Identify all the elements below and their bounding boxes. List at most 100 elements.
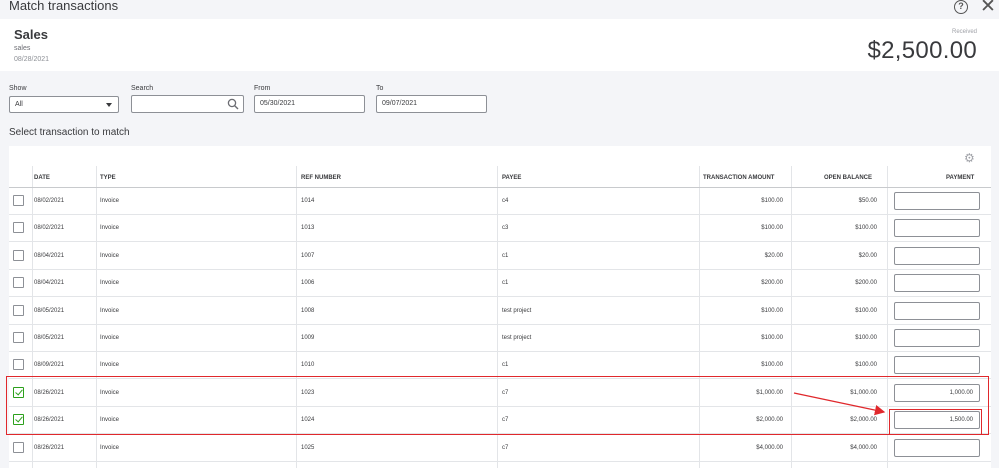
received-label: Received xyxy=(951,29,977,35)
cell-ref: 1014 xyxy=(301,198,315,204)
show-select[interactable]: All xyxy=(9,96,119,113)
cell-payee: c4 xyxy=(502,198,509,204)
cell-payee: c3 xyxy=(502,225,509,232)
transaction-title: Sales xyxy=(14,27,48,42)
cell-type: Invoice xyxy=(100,335,120,341)
cell-payee: test project xyxy=(502,307,532,314)
cell-type: Invoice xyxy=(100,198,120,204)
from-date-input[interactable]: 05/30/2021 xyxy=(254,95,365,113)
to-date-value: 09/07/2021 xyxy=(382,100,418,107)
column-header-ref[interactable]: REF NUMBER xyxy=(301,175,341,181)
cell-balance: $200.00 xyxy=(855,280,877,287)
search-input[interactable] xyxy=(131,95,244,113)
cell-date: 08/26/2021 xyxy=(34,444,65,451)
row-checkbox[interactable] xyxy=(13,249,24,261)
payment-input[interactable] xyxy=(894,246,980,265)
from-date-value: 05/30/2021 xyxy=(260,100,296,107)
payment-input[interactable] xyxy=(894,219,980,238)
table-row[interactable]: 08/26/2021 Invoice 1025 c7 $4,000.00 $4,000.0… xyxy=(9,435,991,462)
help-icon[interactable]: ? xyxy=(954,0,968,14)
cell-ref: 1013 xyxy=(301,225,315,232)
table-row[interactable]: 08/02/2021 Invoice 1013 c3 $100.00 $100.00 xyxy=(9,215,991,243)
cell-date: 08/02/2021 xyxy=(34,225,65,232)
cell-date: 08/09/2021 xyxy=(34,362,65,369)
gear-icon[interactable]: ⚙ xyxy=(964,152,976,164)
row-checkbox[interactable] xyxy=(13,195,24,206)
cell-balance: $100.00 xyxy=(855,307,877,314)
payment-input[interactable] xyxy=(894,329,980,347)
cell-balance: $50.00 xyxy=(858,198,877,204)
show-label: Show xyxy=(9,85,27,92)
title-bar: Match transactions ? ✕ xyxy=(0,0,999,18)
received-amount: $2,500.00 xyxy=(867,37,977,64)
cell-amount: $4,000.00 xyxy=(756,444,783,451)
cell-ref: 1006 xyxy=(301,280,315,287)
cell-date: 08/04/2021 xyxy=(34,252,65,259)
column-header-date[interactable]: DATE xyxy=(34,175,50,181)
cell-type: Invoice xyxy=(100,225,120,232)
table-row[interactable]: 08/02/2021 Invoice 1014 c4 $100.00 $50.00 xyxy=(9,188,991,215)
column-header-payee[interactable]: PAYEE xyxy=(502,175,521,181)
cell-type: Invoice xyxy=(100,252,120,259)
show-select-value: All xyxy=(15,101,23,108)
cell-date: 08/05/2021 xyxy=(34,335,65,341)
payment-input[interactable] xyxy=(894,301,980,320)
cell-date: 08/02/2021 xyxy=(34,198,65,204)
cell-balance: $4,000.00 xyxy=(850,444,877,451)
row-checkbox[interactable] xyxy=(13,359,24,371)
cell-payee: c7 xyxy=(502,444,509,451)
row-checkbox[interactable] xyxy=(13,304,24,316)
row-checkbox[interactable] xyxy=(13,332,24,343)
cell-type: Invoice xyxy=(100,362,120,369)
to-date-input[interactable]: 09/07/2021 xyxy=(376,95,487,113)
cell-ref: 1009 xyxy=(301,335,315,341)
cell-payee: test project xyxy=(502,335,532,341)
highlight-payment-input xyxy=(889,409,982,435)
cell-type: Invoice xyxy=(100,307,120,314)
row-checkbox[interactable] xyxy=(13,277,24,289)
cell-amount: $100.00 xyxy=(761,225,783,232)
cell-balance: $100.00 xyxy=(855,225,877,232)
row-checkbox[interactable] xyxy=(13,441,24,453)
to-label: To xyxy=(376,85,384,92)
payment-input[interactable] xyxy=(894,356,980,375)
table-row[interactable]: 08/05/2021 Invoice 1008 test project $100.00… xyxy=(9,298,991,325)
cell-ref: 1008 xyxy=(301,307,315,314)
cell-date: 08/04/2021 xyxy=(34,280,65,287)
column-header-payment[interactable]: PAYMENT xyxy=(946,175,974,181)
cell-amount: $100.00 xyxy=(761,335,783,341)
cell-type: Invoice xyxy=(100,280,120,287)
close-icon[interactable]: ✕ xyxy=(980,0,996,16)
transaction-header: Sales sales 08/28/2021 Received $2,500.0… xyxy=(0,19,999,71)
cell-date: 08/05/2021 xyxy=(34,307,65,314)
table-caption: Select transaction to match xyxy=(9,127,130,138)
payment-input[interactable] xyxy=(894,192,980,210)
cell-amount: $20.00 xyxy=(764,252,783,259)
table-row[interactable]: 08/04/2021 Invoice 1007 c1 $20.00 $20.00 xyxy=(9,243,991,270)
cell-ref: 1007 xyxy=(301,252,315,259)
cell-payee: c1 xyxy=(502,362,509,369)
payment-input[interactable] xyxy=(894,274,980,293)
cell-balance: $100.00 xyxy=(855,362,877,369)
from-label: From xyxy=(254,85,271,92)
cell-type: Invoice xyxy=(100,444,120,451)
column-header-amount[interactable]: TRANSACTION AMOUNT xyxy=(703,175,774,181)
row-checkbox[interactable] xyxy=(13,222,24,234)
chevron-down-icon xyxy=(106,103,112,107)
transaction-subtitle: sales xyxy=(14,45,31,52)
cell-payee: c1 xyxy=(502,252,509,259)
cell-payee: c1 xyxy=(502,280,509,287)
cell-amount: $100.00 xyxy=(761,307,783,314)
cell-amount: $100.00 xyxy=(761,198,783,204)
column-header-type[interactable]: TYPE xyxy=(100,175,116,181)
cell-ref: 1025 xyxy=(301,444,315,451)
payment-input[interactable] xyxy=(894,438,980,457)
search-icon[interactable] xyxy=(227,98,239,110)
search-label: Search xyxy=(131,85,154,92)
cell-balance: $20.00 xyxy=(858,252,877,259)
cell-amount: $200.00 xyxy=(761,280,783,287)
table-row[interactable]: 08/04/2021 Invoice 1006 c1 $200.00 $200.00 xyxy=(9,270,991,298)
column-header-balance[interactable]: OPEN BALANCE xyxy=(824,175,872,181)
table-row[interactable]: 08/05/2021 Invoice 1009 test project $100.00… xyxy=(9,325,991,352)
cell-balance: $100.00 xyxy=(855,335,877,341)
